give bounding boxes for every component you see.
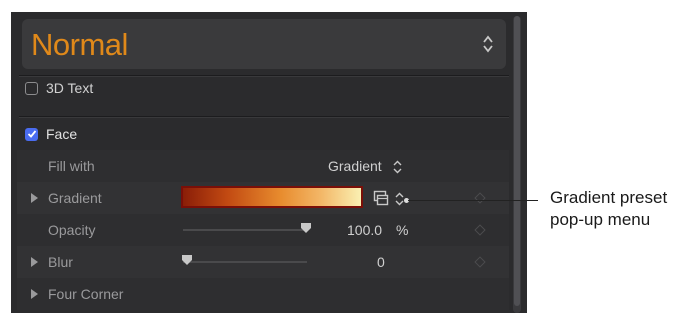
keyframe-diamond-icon[interactable] [474, 192, 486, 204]
fill-with-label: Fill with [48, 158, 95, 174]
chevron-updown-icon [483, 35, 493, 53]
scrollbar-thumb[interactable] [514, 16, 520, 306]
gradient-preset-icon[interactable] [373, 190, 389, 206]
gradient-row: Gradient [17, 182, 509, 214]
divider [19, 117, 509, 118]
keyframe-diamond-icon[interactable] [474, 256, 486, 268]
face-checkbox[interactable] [25, 127, 38, 141]
opacity-slider-track[interactable] [183, 229, 307, 231]
four-corner-row: Four Corner [17, 278, 509, 310]
3d-text-checkbox-row[interactable]: 3D Text [25, 78, 93, 98]
blur-slider-track[interactable] [183, 261, 307, 263]
keyframe-diamond-icon[interactable] [474, 224, 486, 236]
3d-text-label: 3D Text [46, 80, 94, 96]
vertical-scrollbar[interactable] [513, 16, 521, 313]
blur-row: Blur 0 [17, 246, 509, 278]
callout-label: Gradient preset pop-up menu [550, 188, 668, 229]
blur-value[interactable]: 0 [377, 254, 385, 270]
disclosure-triangle-icon[interactable] [31, 289, 38, 299]
gradient-label: Gradient [48, 190, 102, 206]
opacity-row: Opacity 100.0 % [17, 214, 509, 246]
opacity-unit: % [396, 222, 409, 238]
chevron-updown-icon[interactable] [393, 160, 402, 174]
disclosure-triangle-icon[interactable] [31, 257, 38, 267]
four-corner-label: Four Corner [48, 286, 124, 302]
style-preset-label: Normal [31, 27, 128, 62]
style-preset-popup[interactable]: Normal [22, 19, 506, 69]
checkmark-icon [27, 130, 36, 138]
opacity-slider-thumb[interactable] [301, 223, 311, 233]
blur-label: Blur [48, 254, 73, 270]
chevron-updown-icon[interactable] [395, 192, 404, 206]
fill-with-row: Fill with Gradient [17, 150, 509, 182]
opacity-label: Opacity [48, 222, 96, 238]
gradient-swatch[interactable] [181, 186, 363, 208]
face-section: Fill with Gradient Gradient Opacity 100.… [17, 150, 509, 310]
opacity-value[interactable]: 100.0 [347, 222, 382, 238]
text-inspector-panel: Normal 3D Text Face Fill with Gradient G… [11, 12, 527, 313]
callout-line [408, 200, 538, 201]
fill-with-value: Gradient [328, 158, 382, 174]
divider [19, 76, 509, 77]
face-label: Face [46, 126, 78, 142]
blur-slider-thumb[interactable] [182, 255, 192, 265]
fill-with-popup[interactable]: Gradient [328, 158, 382, 174]
face-checkbox-row[interactable]: Face [25, 124, 77, 144]
3d-text-checkbox[interactable] [25, 81, 38, 95]
disclosure-triangle-icon[interactable] [31, 193, 38, 203]
